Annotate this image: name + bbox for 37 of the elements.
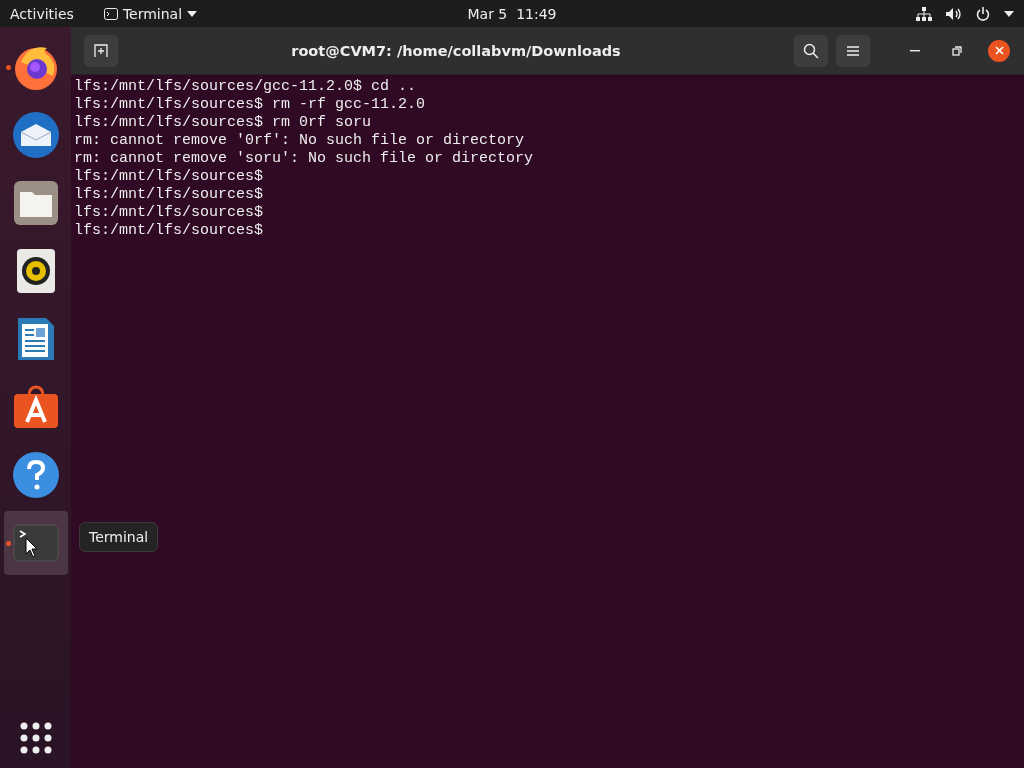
menu-icon — [847, 45, 859, 56]
menu-button[interactable] — [836, 34, 870, 67]
volume-icon[interactable] — [946, 6, 962, 21]
terminal-icon — [12, 524, 59, 562]
help-icon — [11, 451, 60, 499]
app-menu[interactable]: Terminal — [103, 5, 198, 22]
new-tab-button[interactable] — [84, 34, 118, 67]
window-title: root@CVM7: /home/collabvm/Downloads — [290, 42, 622, 59]
clock[interactable]: Mar 5 11:49 — [467, 5, 557, 22]
minimize-icon — [910, 49, 920, 52]
speaker-icon — [15, 248, 56, 294]
app-grid-icon[interactable] — [19, 722, 52, 754]
folder-icon — [12, 180, 59, 226]
mail-globe-icon — [10, 110, 61, 160]
shopping-bag-icon — [12, 384, 59, 430]
power-icon[interactable] — [976, 6, 990, 21]
terminal-line: lfs:/mnt/lfs/sources$ rm 0rf soru — [74, 114, 372, 132]
search-button[interactable] — [794, 34, 828, 67]
terminal-line: lfs:/mnt/lfs/sources$ — [74, 204, 264, 222]
terminal-line: lfs:/mnt/lfs/sources$ — [74, 222, 264, 240]
tooltip: Terminal — [79, 522, 159, 552]
terminal-line: lfs:/mnt/lfs/sources/gcc-11.2.0$ cd .. — [74, 78, 417, 96]
restore-icon — [952, 45, 962, 56]
activities-button[interactable]: Activities — [10, 5, 74, 22]
terminal-line: lfs:/mnt/lfs/sources$ rm -rf gcc-11.2.0 — [74, 96, 426, 114]
document-icon — [15, 316, 56, 362]
terminal-line: rm: cannot remove '0rf': No such file or directory — [74, 132, 525, 150]
search-icon — [803, 42, 819, 59]
caret-icon[interactable] — [1004, 10, 1014, 17]
close-icon — [994, 46, 1004, 55]
network-icon[interactable] — [916, 6, 932, 21]
terminal-line: rm: cannot remove 'soru': No such file or directory — [74, 150, 534, 168]
terminal-line: lfs:/mnt/lfs/sources$ — [74, 186, 264, 204]
caret-icon — [187, 10, 198, 17]
new-tab-icon — [94, 43, 108, 58]
terminal-icon — [103, 7, 118, 20]
terminal-line: lfs:/mnt/lfs/sources$ — [74, 168, 264, 186]
